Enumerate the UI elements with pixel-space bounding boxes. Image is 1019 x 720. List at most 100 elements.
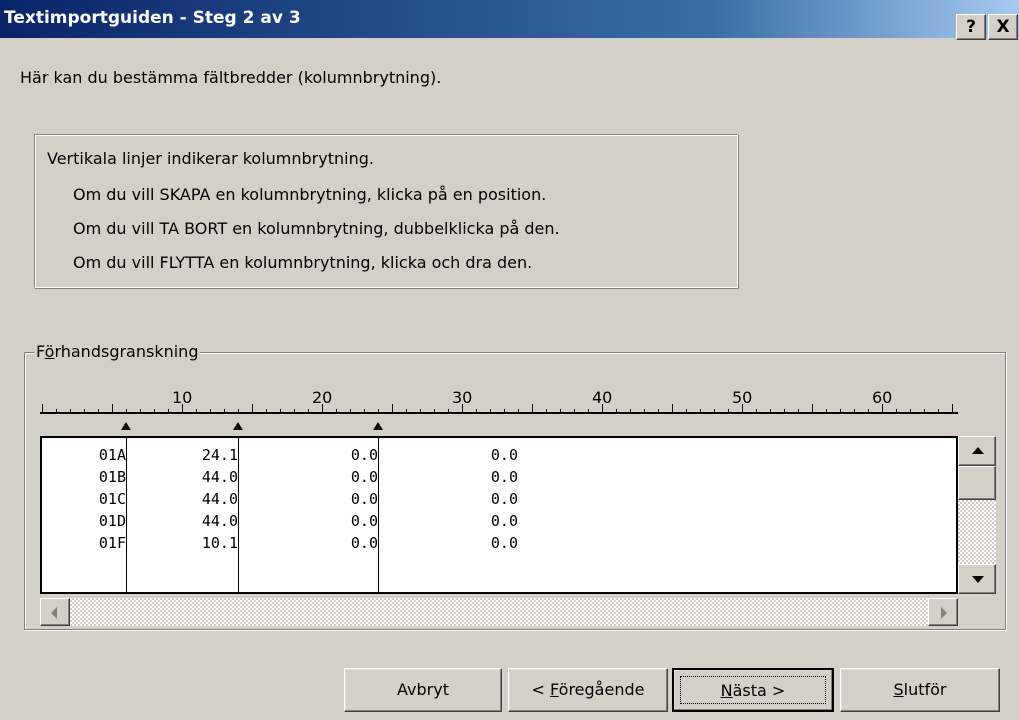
ruler-label: 50 [732, 388, 753, 407]
ruler-tick [924, 409, 925, 412]
ruler-label: 10 [172, 388, 193, 407]
vertical-scrollbar[interactable] [958, 436, 996, 594]
next-button[interactable]: Nästa > [672, 668, 834, 712]
ruler-tick [770, 409, 771, 412]
column-break-line[interactable] [238, 438, 239, 592]
preview-cell: 44.0 [201, 490, 238, 508]
ruler-tick [532, 404, 533, 412]
ruler-tick [434, 409, 435, 412]
ruler-tick [658, 409, 659, 412]
arrow-right-icon [941, 607, 947, 619]
ruler-tick [140, 409, 141, 412]
ruler-tick [476, 409, 477, 412]
preview-cell: 44.0 [201, 512, 238, 530]
ruler-tick [798, 409, 799, 412]
preview-cell: 0.0 [490, 534, 518, 552]
ruler-tick [378, 409, 379, 412]
column-break-marker[interactable] [373, 422, 383, 430]
info-line-remove: Om du vill TA BORT en kolumnbrytning, du… [73, 219, 560, 238]
preview-cell: 0.0 [350, 490, 378, 508]
help-button[interactable]: ? [956, 14, 986, 40]
ruler-tick [308, 409, 309, 412]
ruler-tick [644, 409, 645, 412]
ruler-tick [686, 409, 687, 412]
finish-button[interactable]: Slutför [840, 668, 1000, 712]
data-preview[interactable]: 01A 24.1 0.0 0.0 01B 44.0 0.0 0.0 01C 44.0 0.0 0.0 0… [40, 436, 958, 594]
preview-row: 01C 44.0 0.0 0.0 [42, 490, 956, 512]
ruler-tick [952, 404, 953, 412]
ruler-tick [294, 409, 295, 412]
preview-cell: 0.0 [490, 446, 518, 464]
ruler-tick [672, 404, 673, 412]
ruler-tick [70, 409, 71, 412]
preview-cell: 0.0 [350, 468, 378, 486]
ruler-tick [56, 409, 57, 412]
preview-cell: 0.0 [490, 512, 518, 530]
ruler-tick [126, 409, 127, 412]
scroll-right-button[interactable] [928, 598, 958, 626]
preview-cell: 01F [98, 534, 126, 552]
ruler-tick [588, 409, 589, 412]
preview-cell: 10.1 [201, 534, 238, 552]
column-break-line[interactable] [126, 438, 127, 592]
info-box: Vertikala linjer indikerar kolumnbrytnin… [34, 134, 738, 288]
ruler-tick [336, 409, 337, 412]
ruler-tick [868, 409, 869, 412]
arrow-down-icon [972, 576, 984, 583]
preview-cell: 01A [98, 446, 126, 464]
title-bar: Textimportguiden - Steg 2 av 3 ? X [0, 0, 1019, 40]
ruler-tick [700, 409, 701, 412]
ruler-tick [392, 404, 393, 412]
ruler-tick [448, 409, 449, 412]
ruler-tick [784, 409, 785, 412]
horizontal-scrollbar[interactable] [40, 598, 958, 626]
ruler-tick [546, 409, 547, 412]
focus-ring [680, 676, 826, 704]
info-line-move: Om du vill FLYTTA en kolumnbrytning, kli… [73, 253, 533, 272]
preview-cell: 0.0 [490, 468, 518, 486]
arrow-up-icon [972, 447, 984, 454]
close-button[interactable]: X [988, 14, 1018, 40]
ruler-tick [910, 409, 911, 412]
ruler-tick [210, 409, 211, 412]
ruler-tick [560, 409, 561, 412]
scroll-thumb[interactable] [958, 466, 996, 500]
ruler-tick [630, 409, 631, 412]
ruler-tick [490, 409, 491, 412]
ruler-tick [938, 409, 939, 412]
preview-cell: 0.0 [350, 446, 378, 464]
ruler-label: 40 [592, 388, 613, 407]
info-heading: Vertikala linjer indikerar kolumnbrytnin… [47, 149, 374, 168]
arrow-left-icon [51, 607, 57, 619]
ruler-label: 20 [312, 388, 333, 407]
scroll-left-button[interactable] [40, 598, 70, 626]
ruler-tick [616, 409, 617, 412]
scroll-up-button[interactable] [958, 436, 996, 466]
ruler-tick [840, 409, 841, 412]
ruler-tick [252, 404, 253, 412]
ruler-tick [350, 409, 351, 412]
column-break-line[interactable] [378, 438, 379, 592]
ruler-tick [812, 404, 813, 412]
ruler-label: 30 [452, 388, 473, 407]
ruler-tick [98, 409, 99, 412]
scroll-down-button[interactable] [958, 564, 996, 594]
cancel-button[interactable]: Avbryt [344, 668, 502, 712]
ruler-tick [896, 409, 897, 412]
window-title: Textimportguiden - Steg 2 av 3 [4, 8, 301, 28]
info-line-create: Om du vill SKAPA en kolumnbrytning, klic… [73, 185, 547, 204]
back-button[interactable]: < Föregående [508, 668, 668, 712]
ruler-tick [728, 409, 729, 412]
ruler-tick [266, 409, 267, 412]
ruler-tick [756, 409, 757, 412]
ruler-label: 60 [872, 388, 893, 407]
preview-cell: 0.0 [350, 512, 378, 530]
intro-text: Här kan du bestämma fältbredder (kolumnb… [20, 68, 442, 87]
preview-cell: 24.1 [201, 446, 238, 464]
ruler-tick [420, 409, 421, 412]
ruler-tick [112, 404, 113, 412]
column-break-marker[interactable] [121, 422, 131, 430]
column-break-marker[interactable] [233, 422, 243, 430]
ruler-tick [574, 409, 575, 412]
column-ruler[interactable]: 10 20 30 40 50 60 [40, 388, 964, 430]
